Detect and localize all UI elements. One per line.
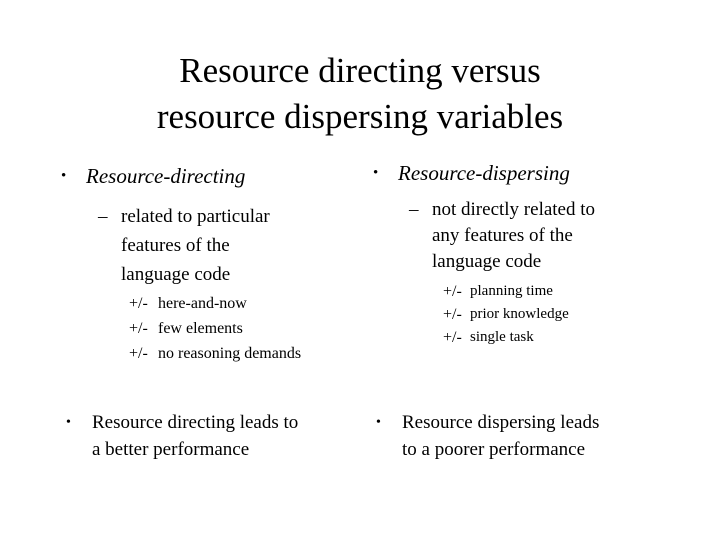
left-subbullet-line-3: language code	[121, 264, 231, 285]
left-heading-block: • Resource-directing	[58, 163, 368, 190]
right-subbullet-line-1: not directly related to	[432, 199, 596, 220]
left-subbullet-block: – related to particular features of the …	[58, 202, 368, 289]
left-subbullet-line-2: features of the	[121, 235, 230, 256]
right-subbullet-line-2: any features of the	[432, 225, 573, 246]
dash-icon: –	[98, 206, 108, 227]
list-item: +/- planning time	[370, 280, 690, 303]
right-heading-bullet: • Resource-dispersing	[370, 160, 690, 186]
left-subbullet-line-1: related to particular	[121, 206, 270, 227]
plus-minus-icon: +/-	[129, 320, 148, 337]
right-subbullet-line-3: language code	[432, 251, 542, 272]
plus-minus-icon: +/-	[129, 295, 148, 312]
bullet-dot-icon: •	[61, 168, 67, 184]
right-conclusion-line-1: Resource dispersing leads	[402, 412, 600, 433]
left-conclusion-bullet: • Resource directing leads to a better p…	[62, 409, 362, 463]
bullet-dot-icon: •	[376, 415, 381, 430]
dash-icon: –	[409, 199, 419, 220]
bullet-dot-icon: •	[66, 415, 71, 430]
left-subbullet: – related to particular features of the …	[58, 202, 368, 289]
right-conclusion-bullet: • Resource dispersing leads to a poorer …	[372, 409, 690, 463]
list-item: +/- no reasoning demands	[58, 341, 368, 366]
list-item: +/- few elements	[58, 316, 368, 341]
bullet-dot-icon: •	[373, 165, 379, 181]
right-item-list: +/- planning time +/- prior knowledge +/…	[370, 280, 690, 349]
right-conclusion-block: • Resource dispersing leads to a poorer …	[372, 409, 690, 463]
list-item: +/- single task	[370, 326, 690, 349]
right-item-text-2: prior knowledge	[470, 306, 569, 322]
right-heading-text: Resource-dispersing	[398, 161, 570, 185]
list-item: +/- prior knowledge	[370, 303, 690, 326]
right-subbullet-block: – not directly related to any features o…	[370, 197, 690, 275]
left-item-list: +/- here-and-now +/- few elements +/- no…	[58, 291, 368, 366]
left-conclusion-block: • Resource directing leads to a better p…	[62, 409, 362, 463]
left-conclusion-line-2: a better performance	[92, 439, 250, 460]
right-heading-block: • Resource-dispersing	[370, 160, 690, 186]
right-conclusion-line-2: to a poorer performance	[402, 439, 586, 460]
list-item: +/- here-and-now	[58, 291, 368, 316]
plus-minus-icon: +/-	[443, 283, 462, 300]
plus-minus-icon: +/-	[443, 329, 462, 346]
left-conclusion-line-1: Resource directing leads to	[92, 412, 299, 433]
slide-title: Resource directing versus resource dispe…	[0, 48, 720, 140]
left-heading-bullet: • Resource-directing	[58, 163, 368, 190]
slide-canvas: Resource directing versus resource dispe…	[0, 0, 720, 540]
slide-title-line-2: resource dispersing variables	[156, 97, 564, 136]
slide-title-line-1: Resource directing versus	[179, 51, 541, 90]
right-subbullet: – not directly related to any features o…	[370, 197, 690, 275]
plus-minus-icon: +/-	[443, 306, 462, 323]
plus-minus-icon: +/-	[129, 345, 148, 362]
left-item-text-3: no reasoning demands	[158, 345, 302, 362]
left-heading-text: Resource-directing	[86, 164, 246, 188]
